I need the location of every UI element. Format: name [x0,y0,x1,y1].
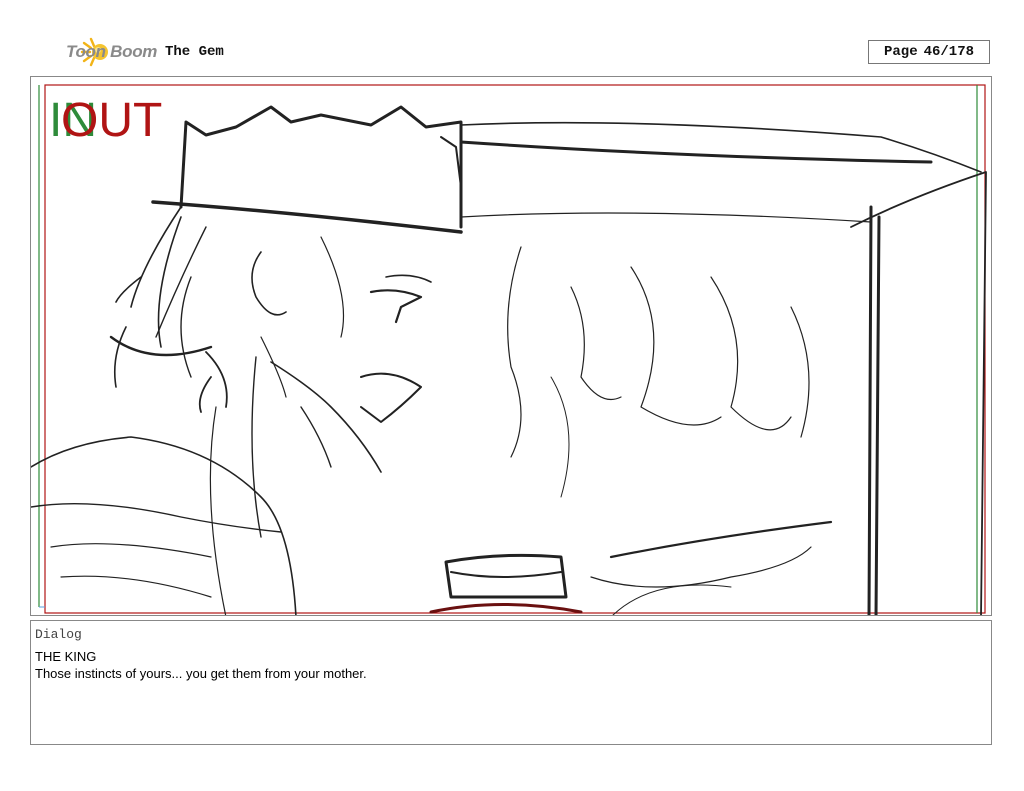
page-label: Page [883,44,918,60]
logo-text: Toon Boom [66,42,158,61]
page-number: 46/178 [923,44,975,60]
page-header: Toon Boom The Gem Page 46/178 [0,0,1024,76]
character-name: THE KING [35,649,97,664]
dialog-line: Those instincts of yours... you get them… [35,666,367,681]
project-title: The Gem [165,44,224,60]
out-label: OUT [61,94,163,147]
page-indicator: Page 46/178 [868,40,990,64]
storyboard-panel: IN OUT [30,76,992,616]
panel-sketch [31,84,987,615]
dialog-section-label: Dialog [35,627,82,642]
dialog-box: Dialog THE KING Those instincts of yours… [30,620,992,745]
